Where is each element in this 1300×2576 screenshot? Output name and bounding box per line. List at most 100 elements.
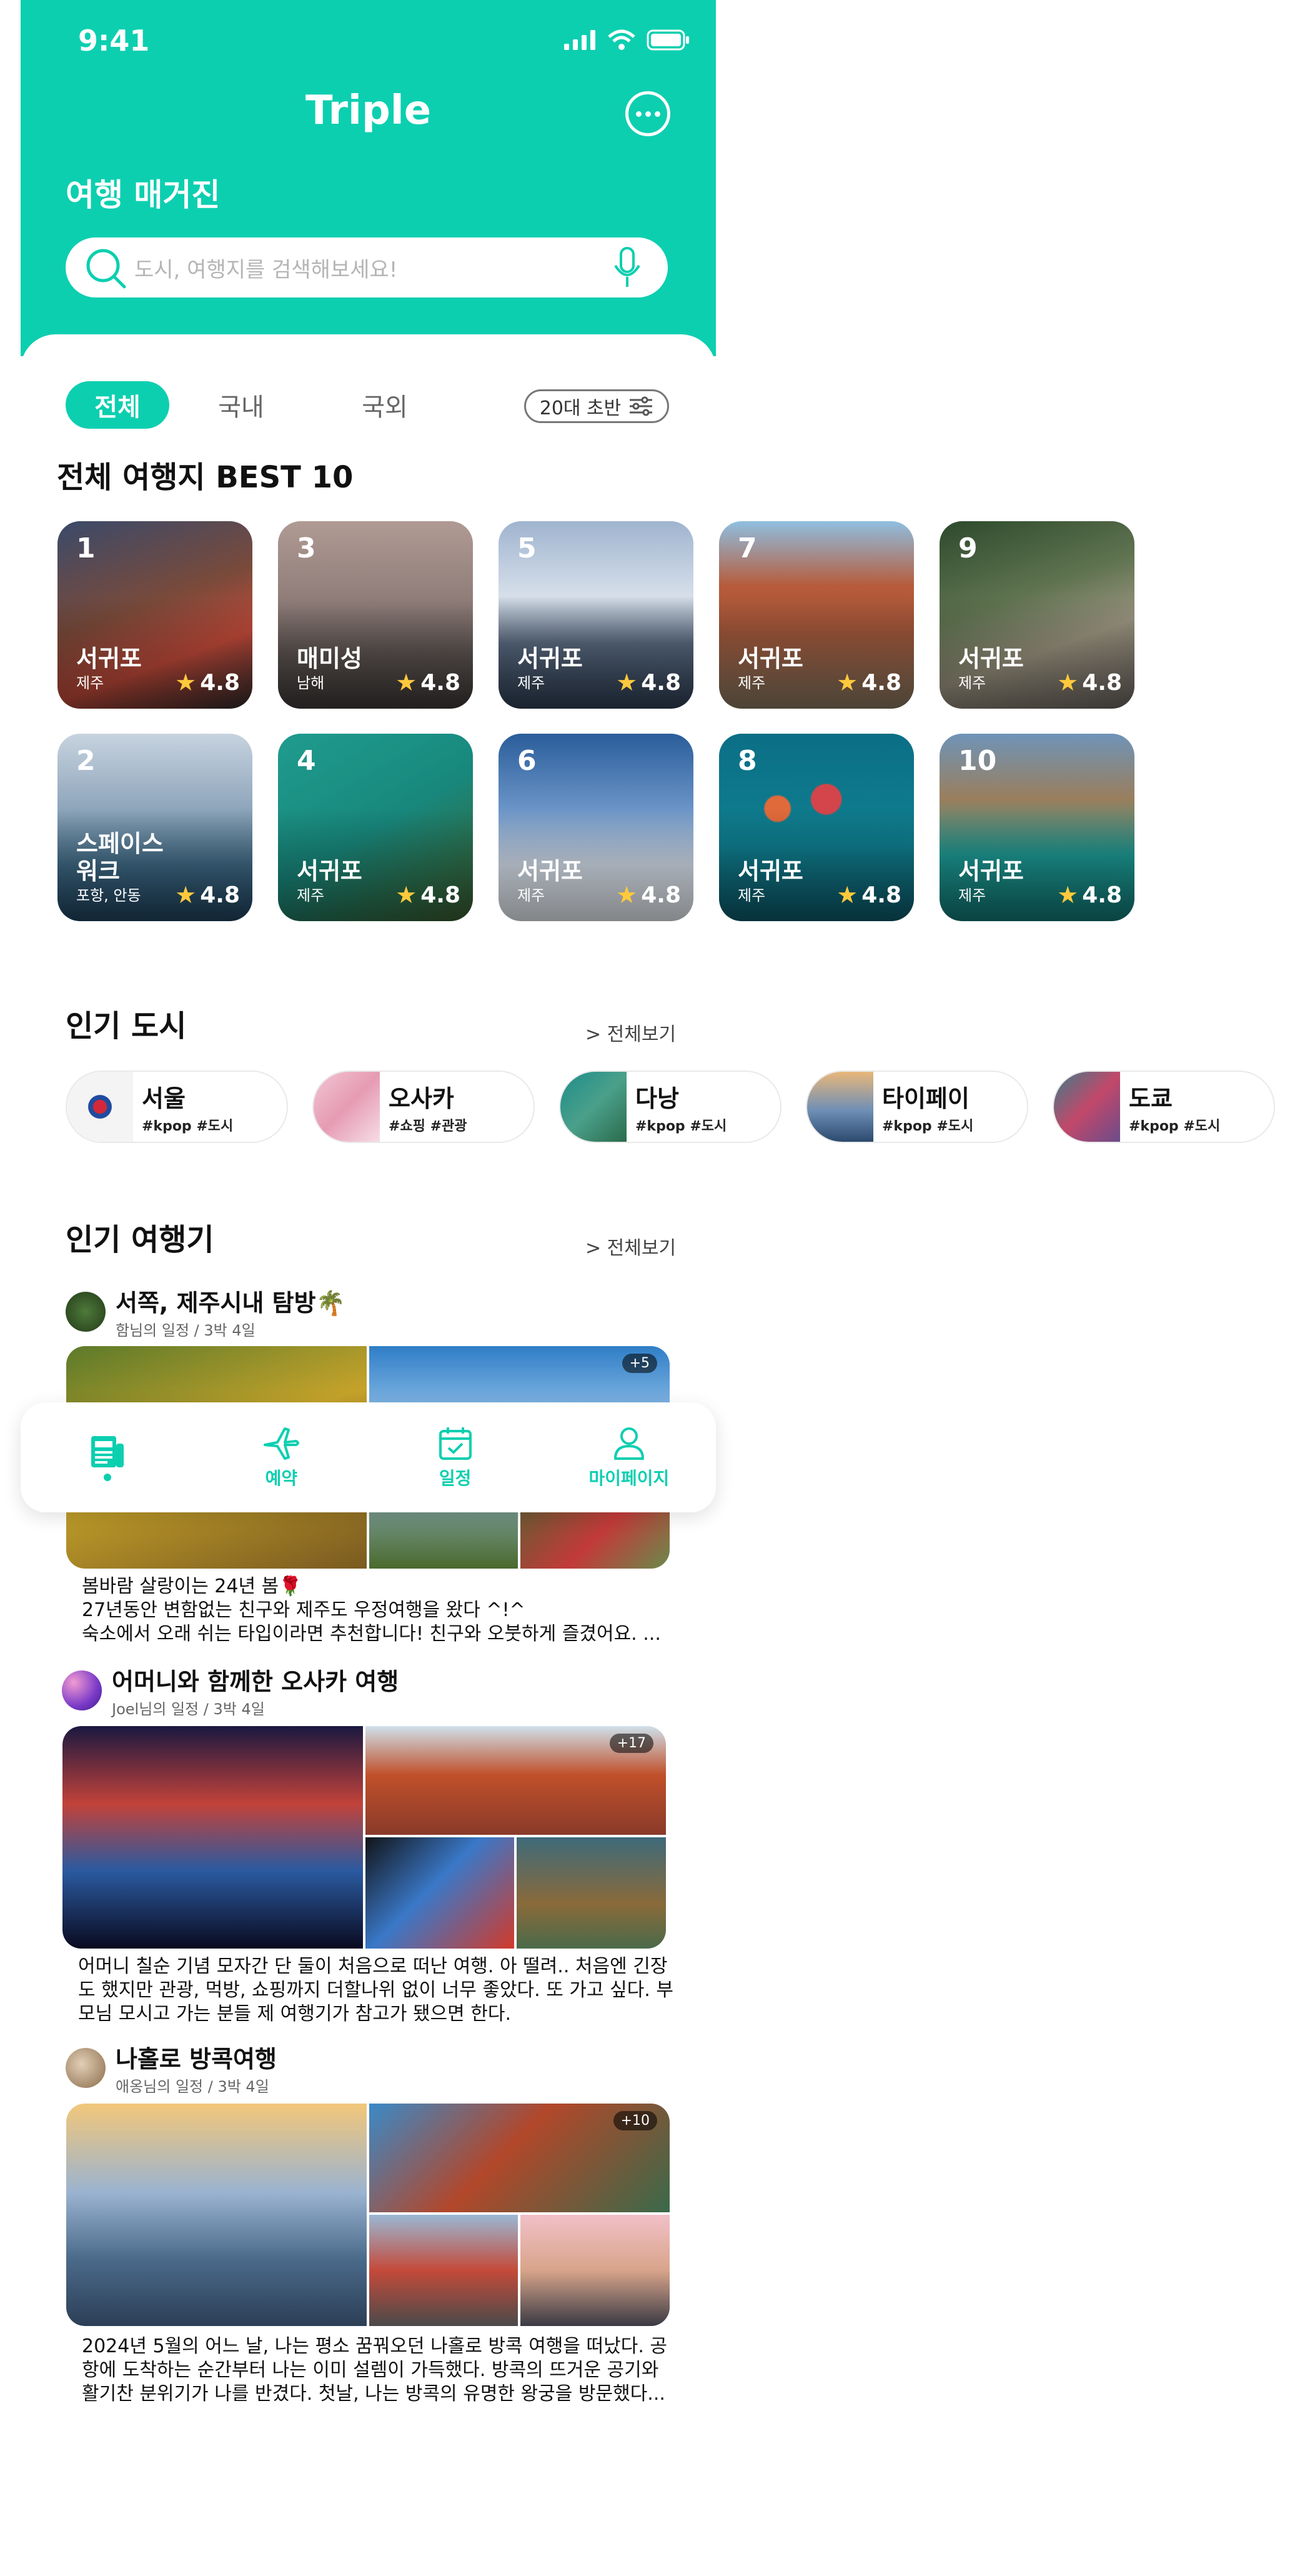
rating: ★ 4.8 <box>836 669 901 696</box>
travelogues-see-all-link[interactable]: > 전체보기 <box>585 1232 676 1260</box>
tab-all[interactable]: 전체 <box>66 381 169 429</box>
best-card[interactable]: 4 서귀포 제주 ★ 4.8 <box>278 734 473 921</box>
city-thumbnail <box>67 1072 133 1142</box>
city-name: 오사카 <box>389 1084 454 1112</box>
nav-booking[interactable]: 예약 <box>194 1402 368 1512</box>
city-tags: #쇼핑 #관광 <box>389 1118 467 1134</box>
city-chip[interactable]: 오사카 #쇼핑 #관광 <box>312 1071 535 1143</box>
city-thumbnail <box>314 1072 380 1142</box>
star-icon: ★ <box>395 881 417 909</box>
best-title: 전체 여행지 BEST 10 <box>57 460 354 495</box>
city-name: 다낭 <box>635 1084 679 1112</box>
avatar <box>62 1670 102 1710</box>
city-name: 타이페이 <box>882 1084 970 1112</box>
post-excerpt: 2024년 5월의 어느 날, 나는 평소 꿈꿔오던 나홀로 방콕 여행을 떠났… <box>82 2335 668 2405</box>
city-name: 서울 <box>142 1084 186 1112</box>
tab-domestic[interactable]: 국내 <box>169 381 313 429</box>
best-card[interactable]: 9 서귀포 제주 ★ 4.8 <box>940 521 1134 709</box>
best-card[interactable]: 6 서귀포 제주 ★ 4.8 <box>499 734 693 921</box>
post-photo <box>66 2104 367 2326</box>
microphone-icon[interactable] <box>612 246 643 289</box>
age-filter-button[interactable]: 20대 초반 <box>524 389 669 423</box>
magazine-icon <box>91 1436 124 1467</box>
rank-number: 4 <box>297 745 316 777</box>
avatar <box>66 2048 106 2088</box>
rating: ★ 4.8 <box>836 881 901 909</box>
star-icon: ★ <box>175 669 197 696</box>
post-photo-grid[interactable]: +17 <box>62 1726 666 1949</box>
post-title: 어머니와 함께한 오사카 여행 <box>112 1668 399 1695</box>
post-photo-grid[interactable]: +10 <box>66 2104 670 2326</box>
nav-mypage[interactable]: 마이페이지 <box>542 1402 716 1512</box>
destination-region: 제주 <box>76 674 104 692</box>
post-header[interactable]: 서쪽, 제주시내 탐방🌴 함님의 일정 / 3박 4일 <box>66 1284 345 1340</box>
destination-name: 서귀포 <box>738 645 803 672</box>
best-card[interactable]: 7 서귀포 제주 ★ 4.8 <box>719 521 914 709</box>
star-icon: ★ <box>175 881 197 909</box>
destination-name: 서귀포 <box>738 857 803 885</box>
city-chip[interactable]: 다낭 #kpop #도시 <box>559 1071 781 1143</box>
star-icon: ★ <box>836 881 858 909</box>
rank-number: 2 <box>76 745 96 777</box>
best-card[interactable]: 5 서귀포 제주 ★ 4.8 <box>499 521 693 709</box>
post-header[interactable]: 나홀로 방콕여행 애옹님의 일정 / 3박 4일 <box>66 2040 277 2096</box>
city-chip[interactable]: 서울 #kpop #도시 <box>66 1071 288 1143</box>
rank-number: 3 <box>297 532 316 564</box>
city-thumbnail <box>560 1072 627 1142</box>
post-header[interactable]: 어머니와 함께한 오사카 여행 Joel님의 일정 / 3박 4일 <box>62 1662 399 1719</box>
avatar <box>66 1292 106 1332</box>
destination-region: 제주 <box>738 674 766 692</box>
destination-region: 제주 <box>958 887 986 904</box>
search-input[interactable]: 도시, 여행지를 검색해보세요! <box>134 252 397 283</box>
post-excerpt: 어머니 칠순 기념 모자간 단 둘이 처음으로 떠난 여행. 아 떨려.. 처음… <box>78 1955 673 2025</box>
rank-number: 9 <box>958 532 978 564</box>
search-bar[interactable]: 도시, 여행지를 검색해보세요! <box>66 237 668 297</box>
nav-label: 예약 <box>265 1468 298 1489</box>
star-icon: ★ <box>1057 881 1079 909</box>
city-name: 도쿄 <box>1129 1084 1173 1112</box>
photo-count-badge: +17 <box>609 1734 653 1753</box>
post-title: 나홀로 방콕여행 <box>116 2045 277 2073</box>
bottom-nav: 예약 일정 마이페이지 <box>21 1402 716 1512</box>
nav-label: 마이페이지 <box>588 1468 670 1489</box>
post-photo <box>365 1837 514 1949</box>
best-card[interactable]: 2 스페이스 워크 포항, 안동 ★ 4.8 <box>57 734 252 921</box>
city-thumbnail <box>807 1072 873 1142</box>
status-time: 9:41 <box>78 24 150 57</box>
post-photo <box>517 1837 666 1949</box>
rating: ★ 4.8 <box>1057 881 1122 909</box>
best-card[interactable]: 10 서귀포 제주 ★ 4.8 <box>940 734 1134 921</box>
destination-region: 제주 <box>517 674 545 692</box>
best-card[interactable]: 1 서귀포 제주 ★ 4.8 <box>57 521 252 709</box>
wifi-icon <box>608 29 635 50</box>
rank-number: 10 <box>958 745 997 777</box>
post-subtitle: 함님의 일정 / 3박 4일 <box>116 1322 256 1339</box>
post-photo <box>520 2215 670 2326</box>
photo-count-badge: +10 <box>613 2111 657 2130</box>
chat-icon[interactable] <box>625 91 670 136</box>
city-tags: #kpop #도시 <box>142 1118 234 1134</box>
nav-schedule[interactable]: 일정 <box>369 1402 542 1512</box>
destination-region: 포항, 안동 <box>76 887 141 904</box>
city-chip[interactable]: 타이페이 #kpop #도시 <box>806 1071 1028 1143</box>
rating: ★ 4.8 <box>616 669 681 696</box>
cities-see-all-link[interactable]: > 전체보기 <box>585 1019 676 1046</box>
app-title: Triple <box>305 87 432 134</box>
star-icon: ★ <box>836 669 858 696</box>
best-card[interactable]: 3 매미성 남해 ★ 4.8 <box>278 521 473 709</box>
status-icons <box>564 27 690 52</box>
destination-region: 제주 <box>738 887 766 904</box>
airplane-icon <box>264 1427 300 1460</box>
city-tags: #kpop #도시 <box>1129 1118 1221 1134</box>
nav-magazine[interactable] <box>21 1402 194 1512</box>
calendar-icon <box>439 1427 472 1460</box>
tab-overseas[interactable]: 국외 <box>313 381 457 429</box>
travelogues-title: 인기 여행기 <box>66 1222 214 1257</box>
filter-label: 20대 초반 <box>539 397 622 419</box>
post-photo <box>369 2215 518 2326</box>
rating: ★ 4.8 <box>616 881 681 909</box>
region-tabs: 전체 국내 국외 <box>66 381 457 429</box>
best-card[interactable]: 8 서귀포 제주 ★ 4.8 <box>719 734 914 921</box>
city-chip[interactable]: 도쿄 #kpop #도시 <box>1053 1071 1275 1143</box>
post-excerpt: 봄바람 살랑이는 24년 봄🌹 27년동안 변함없는 친구와 제주도 우정여행을… <box>82 1575 661 1645</box>
